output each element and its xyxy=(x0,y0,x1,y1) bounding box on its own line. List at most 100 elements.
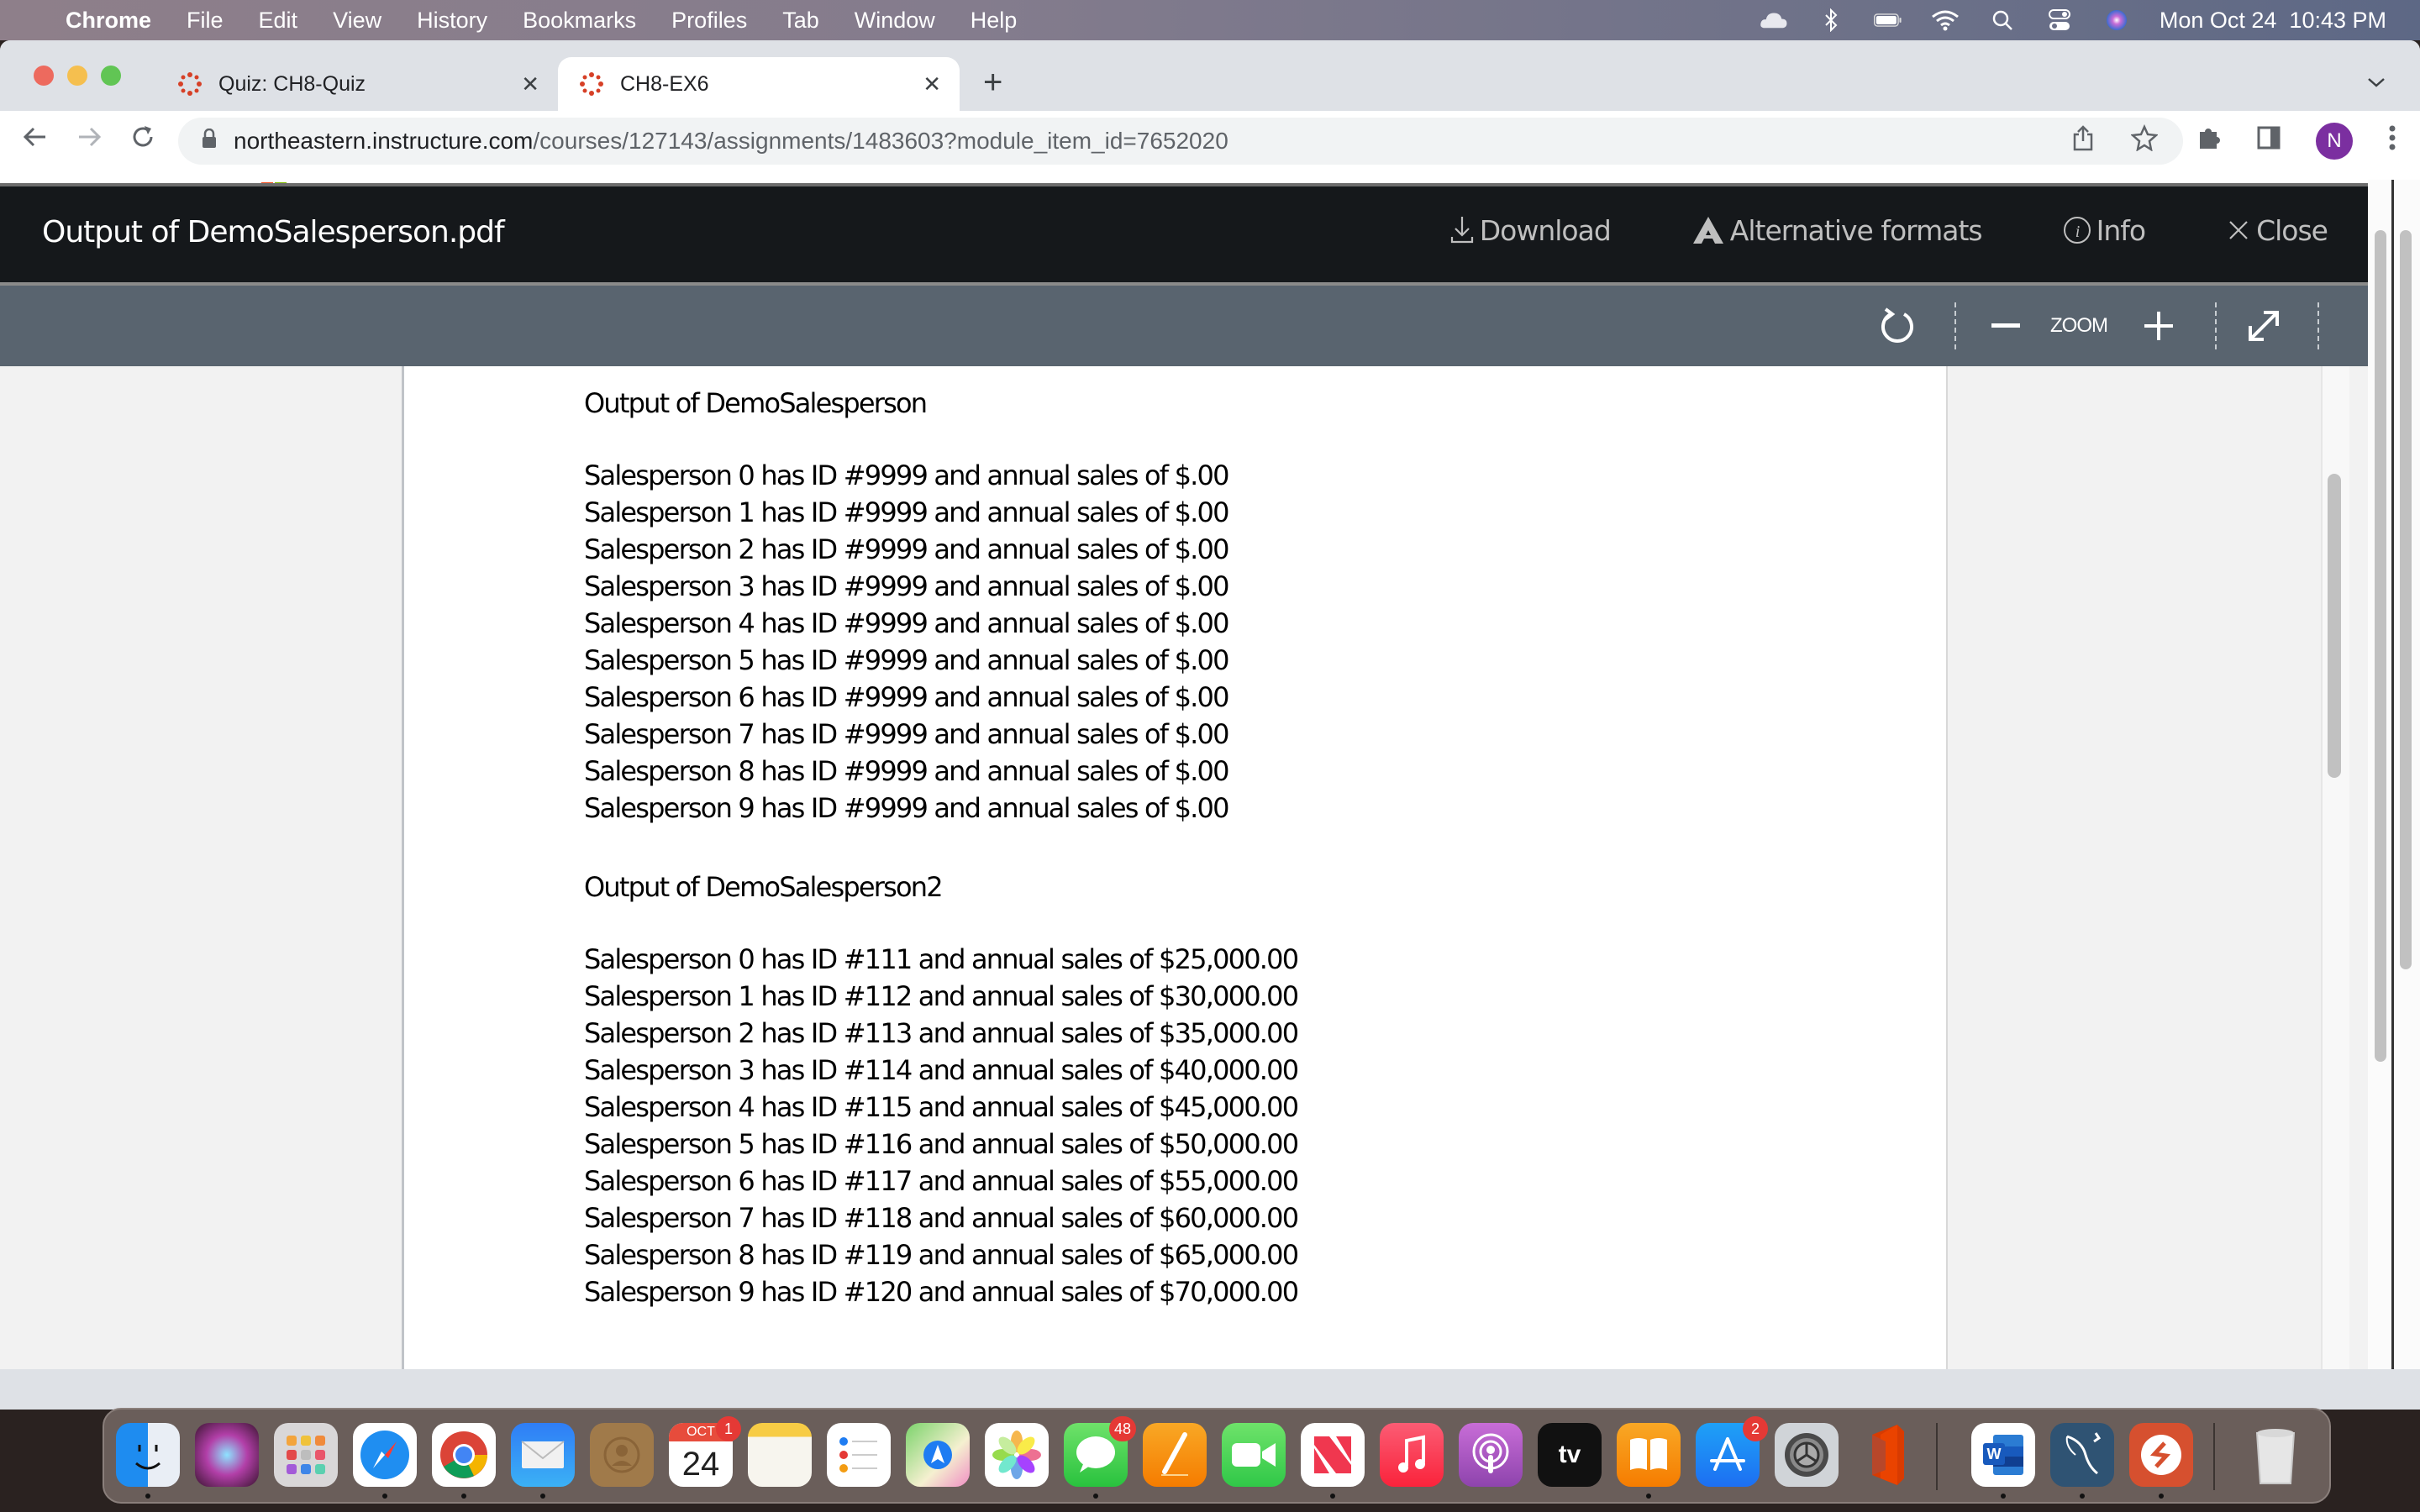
microsoft-word-icon[interactable]: W xyxy=(1971,1423,2035,1487)
calendar-icon[interactable]: OCT 24 1 xyxy=(669,1416,741,1487)
bookmark-star-icon[interactable] xyxy=(2130,123,2159,158)
wifi-icon[interactable] xyxy=(1931,9,1960,31)
books-icon[interactable] xyxy=(1617,1423,1681,1487)
bluetooth-icon[interactable] xyxy=(1817,8,1845,32)
forward-button[interactable] xyxy=(76,123,103,160)
url-path: /courses/127143/assignments/1483603?modu… xyxy=(533,128,1228,154)
chrome-icon[interactable] xyxy=(432,1423,496,1487)
photos-icon[interactable] xyxy=(985,1423,1049,1487)
info-button[interactable]: i Info xyxy=(2063,213,2146,247)
icloud-icon[interactable] xyxy=(1760,9,1788,31)
extensions-puzzle-icon[interactable] xyxy=(2196,125,2222,157)
close-tab-icon[interactable]: ✕ xyxy=(521,71,539,97)
messages-icon[interactable]: 48 xyxy=(1064,1416,1136,1487)
news-icon[interactable] xyxy=(1301,1423,1365,1487)
running-indicator xyxy=(1646,1494,1651,1499)
scrollbar-divider xyxy=(2391,180,2394,1369)
info-label: Info xyxy=(2096,213,2146,247)
apple-tv-icon[interactable]: tv xyxy=(1538,1423,1602,1487)
menu-bookmarks[interactable]: Bookmarks xyxy=(523,8,636,34)
pages-icon[interactable] xyxy=(1143,1423,1207,1487)
mail-icon[interactable] xyxy=(511,1423,575,1487)
output-line: Salesperson 7 has ID #118 and annual sal… xyxy=(584,1202,1299,1234)
running-indicator xyxy=(2080,1494,2085,1499)
pdf-scrollbar-thumb[interactable] xyxy=(2328,474,2341,778)
menu-window[interactable]: Window xyxy=(855,8,935,34)
download-button[interactable]: Download xyxy=(1449,213,1612,247)
back-button[interactable] xyxy=(22,123,49,160)
zoom-in-button[interactable] xyxy=(2144,301,2173,351)
download-icon xyxy=(1450,217,1473,244)
menu-edit[interactable]: Edit xyxy=(259,8,298,34)
menubar-clock[interactable]: Mon Oct 24 10:43 PM xyxy=(2160,8,2386,34)
facetime-icon[interactable] xyxy=(1222,1423,1286,1487)
podcasts-icon[interactable] xyxy=(1459,1423,1523,1487)
finder-icon[interactable] xyxy=(116,1423,180,1487)
close-preview-button[interactable]: Close xyxy=(2226,213,2328,247)
menu-app-name[interactable]: Chrome xyxy=(66,8,151,34)
page-scrollbar[interactable] xyxy=(2368,180,2420,1369)
reminders-icon[interactable] xyxy=(827,1423,891,1487)
output-line: Salesperson 0 has ID #111 and annual sal… xyxy=(584,943,1299,975)
close-window-button[interactable] xyxy=(34,66,54,86)
menu-file[interactable]: File xyxy=(187,8,224,34)
pdf-viewport[interactable]: Output of DemoSalesperson Salesperson 0 … xyxy=(0,366,2368,1369)
page-scrollbar-thumb-secondary[interactable] xyxy=(2400,230,2412,969)
siri-icon[interactable] xyxy=(2102,9,2131,31)
notes-icon[interactable] xyxy=(748,1423,812,1487)
alternative-formats-button[interactable]: Alternative formats xyxy=(1691,213,1983,247)
menu-tab[interactable]: Tab xyxy=(782,8,819,34)
share-icon[interactable] xyxy=(2072,124,2094,158)
side-panel-icon[interactable] xyxy=(2257,126,2281,156)
menu-view[interactable]: View xyxy=(333,8,381,34)
output-line: Salesperson 5 has ID #116 and annual sal… xyxy=(584,1128,1299,1160)
contacts-icon[interactable] xyxy=(590,1423,654,1487)
launchpad-icon[interactable] xyxy=(274,1423,338,1487)
browser-toolbar: northeastern.instructure.com/courses/127… xyxy=(0,111,2420,171)
pdf-content: Output of DemoSalesperson Salesperson 0 … xyxy=(584,383,1299,1310)
address-bar[interactable]: northeastern.instructure.com/courses/127… xyxy=(178,118,2183,165)
fullscreen-button[interactable] xyxy=(2247,301,2281,351)
trash-icon[interactable] xyxy=(2244,1423,2307,1487)
toolbar-divider xyxy=(2215,302,2217,349)
battery-icon[interactable] xyxy=(1873,9,1902,31)
tab-quiz[interactable]: Quiz: CH8-Quiz ✕ xyxy=(156,57,558,111)
menu-help[interactable]: Help xyxy=(971,8,1018,34)
microsoft-remote-desktop-icon[interactable] xyxy=(2129,1423,2193,1487)
minus-icon xyxy=(1991,323,2020,328)
tab-search-chevron-icon[interactable] xyxy=(2366,72,2386,94)
menu-history[interactable]: History xyxy=(417,8,487,34)
tab-ch8-ex6[interactable]: CH8-EX6 ✕ xyxy=(558,57,960,111)
page-scrollbar-thumb[interactable] xyxy=(2375,230,2386,1062)
svg-text:W: W xyxy=(1987,1446,2002,1462)
running-indicator xyxy=(2001,1494,2006,1499)
zoom-window-button[interactable] xyxy=(101,66,121,86)
profile-avatar[interactable]: N xyxy=(2316,123,2353,160)
system-preferences-icon[interactable] xyxy=(1775,1423,1839,1487)
rotate-button[interactable] xyxy=(1879,301,1916,351)
mysql-workbench-icon[interactable] xyxy=(2050,1423,2114,1487)
window-controls xyxy=(34,66,121,86)
output-line: Salesperson 4 has ID #115 and annual sal… xyxy=(584,1091,1299,1123)
control-center-icon[interactable] xyxy=(2045,9,2074,31)
menu-profiles[interactable]: Profiles xyxy=(671,8,747,34)
app-store-icon[interactable]: 2 xyxy=(1696,1416,1768,1487)
close-tab-icon[interactable]: ✕ xyxy=(923,71,941,97)
tab-title: CH8-EX6 xyxy=(620,71,709,96)
microsoft-office-icon[interactable] xyxy=(1854,1423,1918,1487)
spotlight-search-icon[interactable] xyxy=(1988,9,2017,31)
reload-button[interactable] xyxy=(129,123,156,160)
maps-icon[interactable] xyxy=(906,1423,970,1487)
lock-icon[interactable] xyxy=(202,128,217,154)
siri-app-icon[interactable] xyxy=(195,1423,259,1487)
file-title: Output of DemoSalesperson.pdf xyxy=(42,215,505,249)
zoom-out-button[interactable] xyxy=(1991,301,2020,351)
pdf-scrollbar[interactable] xyxy=(2321,366,2349,1369)
safari-icon[interactable] xyxy=(353,1423,417,1487)
output-line: Salesperson 3 has ID #9999 and annual sa… xyxy=(584,570,1229,602)
music-icon[interactable] xyxy=(1380,1423,1444,1487)
new-tab-button[interactable]: + xyxy=(983,66,1002,99)
chrome-menu-kebab-icon[interactable] xyxy=(2388,124,2396,158)
minimize-window-button[interactable] xyxy=(67,66,87,86)
calendar-badge: 1 xyxy=(716,1416,741,1441)
